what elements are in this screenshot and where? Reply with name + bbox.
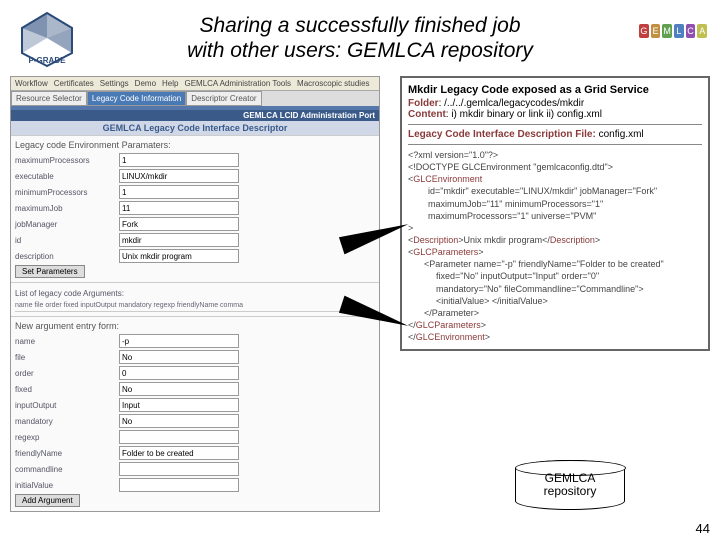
form-row: initialValue: [15, 478, 375, 492]
field-label: regexp: [15, 433, 115, 442]
form-row: maximumProcessors: [15, 153, 375, 167]
xml-content: <?xml version="1.0"?> <!DOCTYPE GLCEnvir…: [408, 149, 702, 343]
field-label: order: [15, 369, 115, 378]
pgrade-logo: P-GRADE: [12, 8, 82, 68]
form-row: maximumJob: [15, 201, 375, 215]
puzzle-piece: C: [686, 24, 696, 38]
form-row: order: [15, 366, 375, 380]
toolbar-item[interactable]: GEMLCA Administration Tools: [184, 79, 291, 88]
descriptor-title: GEMLCA Legacy Code Interface Descriptor: [11, 121, 379, 135]
svg-text:P-GRADE: P-GRADE: [29, 56, 67, 65]
form-row: file: [15, 350, 375, 364]
text-input[interactable]: [119, 366, 239, 380]
form-row: id: [15, 233, 375, 247]
form-row: jobManager: [15, 217, 375, 231]
form-row: inputOutput: [15, 398, 375, 412]
text-input[interactable]: [119, 430, 239, 444]
slide-header: P-GRADE Sharing a successfully finished …: [0, 0, 720, 76]
toolbar-item[interactable]: Settings: [100, 79, 129, 88]
new-arg-heading: New argument entry form:: [15, 321, 375, 331]
tab[interactable]: Legacy Code Information: [87, 91, 186, 106]
form-row: regexp: [15, 430, 375, 444]
config-xml-panel: Mkdir Legacy Code exposed as a Grid Serv…: [400, 76, 710, 351]
field-label: executable: [15, 172, 115, 181]
args-list-section: List of legacy code Arguments: name file…: [11, 282, 379, 316]
portal-tabs: Resource SelectorLegacy Code Information…: [11, 91, 379, 106]
toolbar-item[interactable]: Certificates: [54, 79, 94, 88]
tab[interactable]: Resource Selector: [11, 91, 87, 106]
admin-portal-window: Workflow Certificates Settings Demo Help GEML…: [10, 76, 380, 512]
slide-title: Sharing a successfully finished job with…: [82, 13, 638, 63]
field-label: friendlyName: [15, 449, 115, 458]
field-label: minimumProcessors: [15, 188, 115, 197]
text-input[interactable]: [119, 478, 239, 492]
new-arg-section: New argument entry form: name file order fi…: [11, 316, 379, 511]
repository-cylinder: GEMLCArepository: [510, 460, 630, 510]
add-argument-button[interactable]: Add Argument: [15, 494, 80, 507]
text-input[interactable]: [119, 414, 239, 428]
toolbar-item[interactable]: Help: [162, 79, 178, 88]
form-row: fixed: [15, 382, 375, 396]
text-input[interactable]: [119, 334, 239, 348]
env-params-section: Legacy code Environment Paramaters: maxi…: [11, 135, 379, 282]
field-label: file: [15, 353, 115, 362]
text-input[interactable]: [119, 350, 239, 364]
text-input[interactable]: [119, 153, 239, 167]
args-list-heading: List of legacy code Arguments:: [15, 287, 375, 300]
set-parameters-button[interactable]: Set Parameters: [15, 265, 85, 278]
puzzle-piece: G: [639, 24, 649, 38]
form-row: description: [15, 249, 375, 263]
field-label: id: [15, 236, 115, 245]
field-label: maximumProcessors: [15, 156, 115, 165]
field-label: commandline: [15, 465, 115, 474]
form-row: mandatory: [15, 414, 375, 428]
text-input[interactable]: [119, 201, 239, 215]
field-label: initialValue: [15, 481, 115, 490]
config-panel-title: Mkdir Legacy Code exposed as a Grid Serv…: [408, 84, 702, 96]
field-label: maximumJob: [15, 204, 115, 213]
puzzle-piece: E: [651, 24, 661, 38]
text-input[interactable]: [119, 398, 239, 412]
form-row: minimumProcessors: [15, 185, 375, 199]
toolbar-item[interactable]: Workflow: [15, 79, 48, 88]
gemlca-puzzle-logo: GEMLCA: [638, 23, 708, 53]
env-params-heading: Legacy code Environment Paramaters:: [15, 140, 375, 150]
text-input[interactable]: [119, 217, 239, 231]
toolbar-item[interactable]: Demo: [135, 79, 156, 88]
puzzle-piece: M: [662, 24, 672, 38]
form-row: friendlyName: [15, 446, 375, 460]
field-label: name: [15, 337, 115, 346]
folder-row: Folder: /../../.gemlca/legacycodes/mkdir: [408, 98, 702, 109]
browser-toolbar: Workflow Certificates Settings Demo Help GEML…: [11, 77, 379, 91]
page-number: 44: [696, 521, 710, 536]
field-label: description: [15, 252, 115, 261]
toolbar-item[interactable]: Macroscopic studies: [297, 79, 369, 88]
form-row: executable: [15, 169, 375, 183]
field-label: fixed: [15, 385, 115, 394]
text-input[interactable]: [119, 233, 239, 247]
text-input[interactable]: [119, 462, 239, 476]
field-label: jobManager: [15, 220, 115, 229]
puzzle-piece: L: [674, 24, 684, 38]
tab[interactable]: Descriptor Creator: [186, 91, 261, 106]
args-columns: name file order fixed inputOutput mandat…: [15, 300, 375, 312]
text-input[interactable]: [119, 382, 239, 396]
puzzle-piece: A: [697, 24, 707, 38]
form-row: name: [15, 334, 375, 348]
lcid-file-row: Legacy Code Interface Description File: …: [408, 129, 702, 140]
text-input[interactable]: [119, 185, 239, 199]
form-row: commandline: [15, 462, 375, 476]
field-label: mandatory: [15, 417, 115, 426]
text-input[interactable]: [119, 169, 239, 183]
portal-title: GEMLCA LCID Administration Port: [11, 110, 379, 121]
text-input[interactable]: [119, 249, 239, 263]
content-row: Content: i) mkdir binary or link ii) con…: [408, 109, 702, 120]
field-label: inputOutput: [15, 401, 115, 410]
text-input[interactable]: [119, 446, 239, 460]
